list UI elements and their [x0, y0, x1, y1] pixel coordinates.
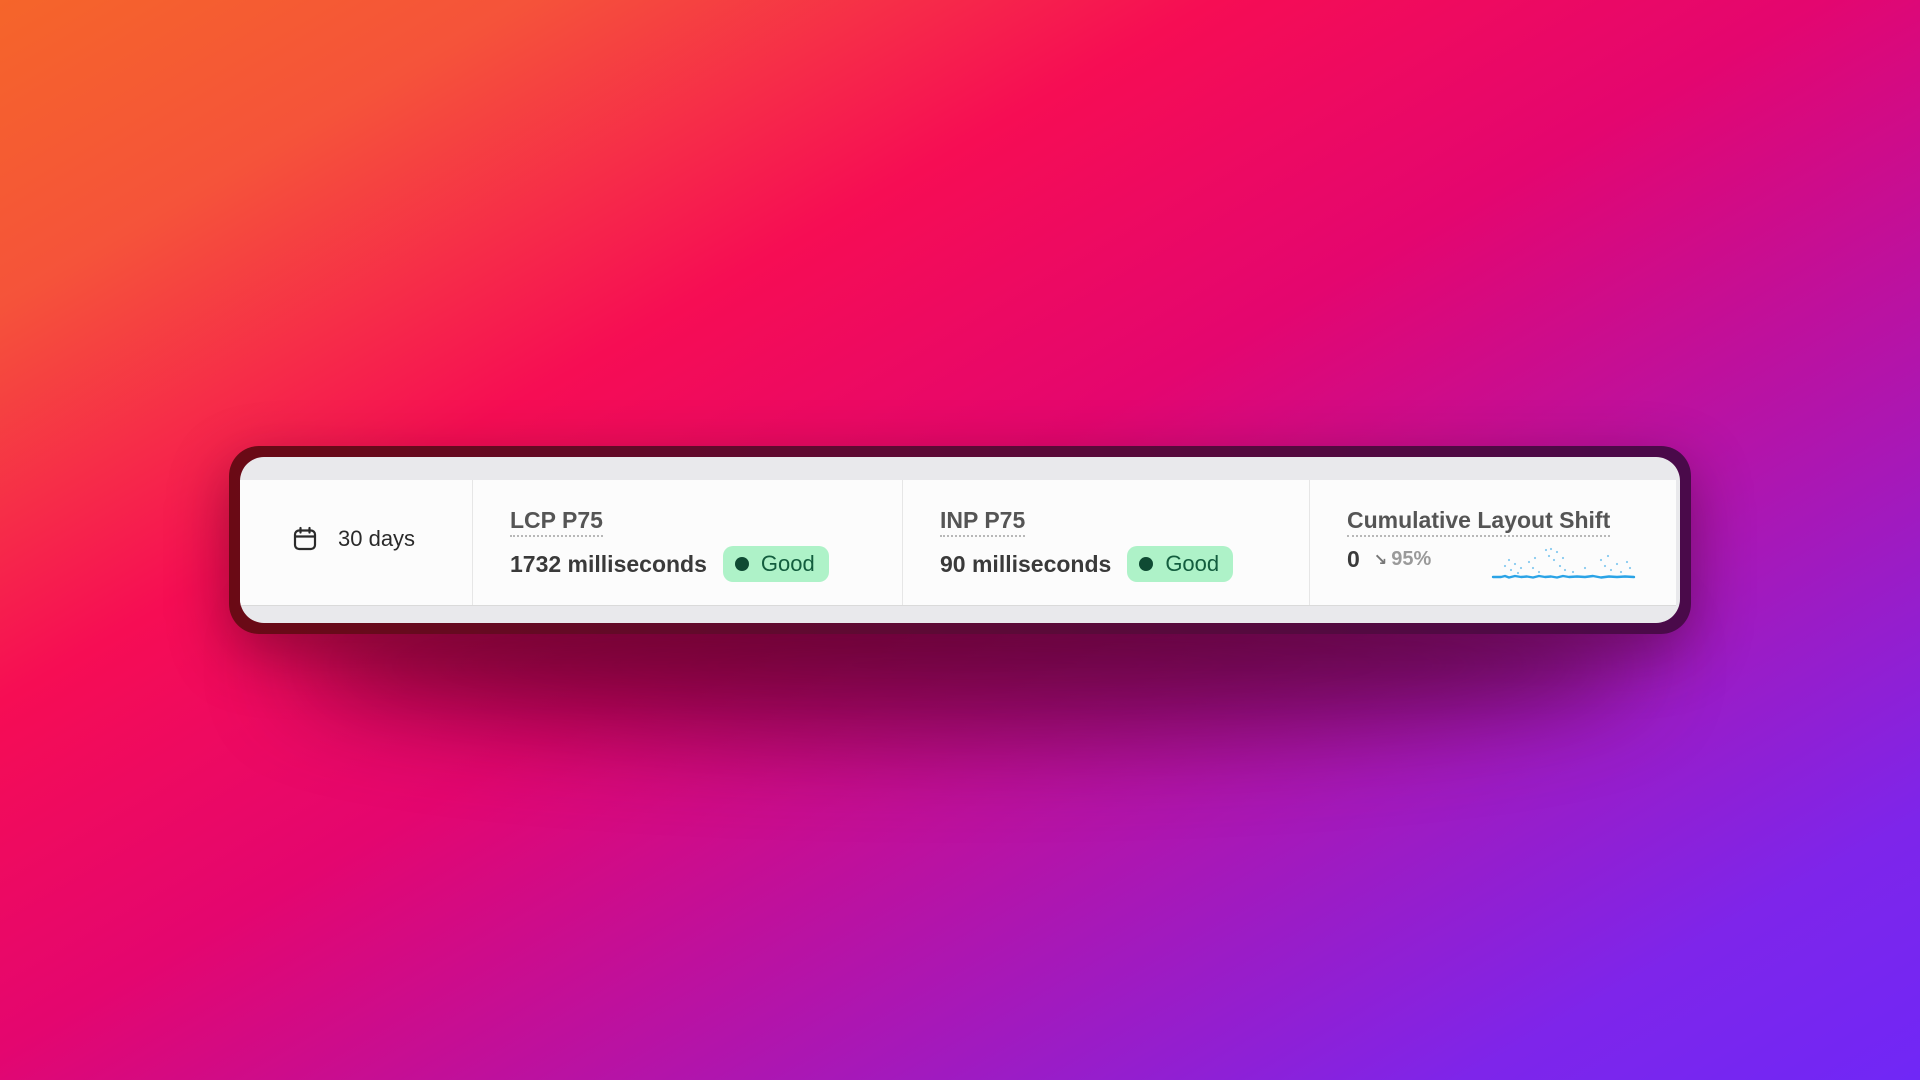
metrics-row: 30 days LCP P75 1732 milliseconds Good I… — [240, 480, 1676, 606]
cls-delta-value: 95% — [1391, 548, 1432, 570]
lcp-metric-title[interactable]: LCP P75 — [510, 507, 603, 537]
date-range-cell[interactable]: 30 days — [240, 480, 473, 605]
cls-metric-value: 0 — [1347, 546, 1360, 572]
cls-metric-line: 0 ↘ 95% — [1347, 546, 1431, 573]
lcp-status-badge: Good — [722, 546, 829, 582]
lcp-metric-value: 1732 milliseconds — [510, 550, 707, 577]
lcp-metric-cell[interactable]: LCP P75 1732 milliseconds Good — [473, 480, 903, 605]
lcp-metric-line: 1732 milliseconds Good — [510, 546, 829, 582]
calendar-icon — [292, 526, 318, 552]
date-range-selector[interactable]: 30 days — [292, 526, 415, 552]
inp-metric-line: 90 milliseconds Good — [940, 546, 1234, 582]
date-range-label: 30 days — [338, 526, 416, 551]
inp-metric-value: 90 milliseconds — [940, 550, 1112, 577]
inp-metric-title[interactable]: INP P75 — [940, 507, 1026, 537]
web-vitals-card: 30 days LCP P75 1732 milliseconds Good I… — [240, 457, 1680, 623]
status-dot-icon — [1139, 557, 1154, 571]
cls-sparkline — [1491, 547, 1636, 579]
inp-status-badge: Good — [1127, 546, 1234, 582]
arrow-down-right-icon: ↘ — [1373, 551, 1388, 569]
cls-delta: ↘ 95% — [1374, 548, 1431, 571]
cls-metric-cell[interactable]: Cumulative Layout Shift 0 ↘ 95% — [1310, 480, 1676, 605]
lcp-status-label: Good — [760, 551, 815, 576]
inp-metric-cell[interactable]: INP P75 90 milliseconds Good — [903, 480, 1310, 605]
status-dot-icon — [734, 557, 749, 571]
inp-status-label: Good — [1165, 551, 1220, 576]
cls-metric-title[interactable]: Cumulative Layout Shift — [1347, 507, 1611, 537]
